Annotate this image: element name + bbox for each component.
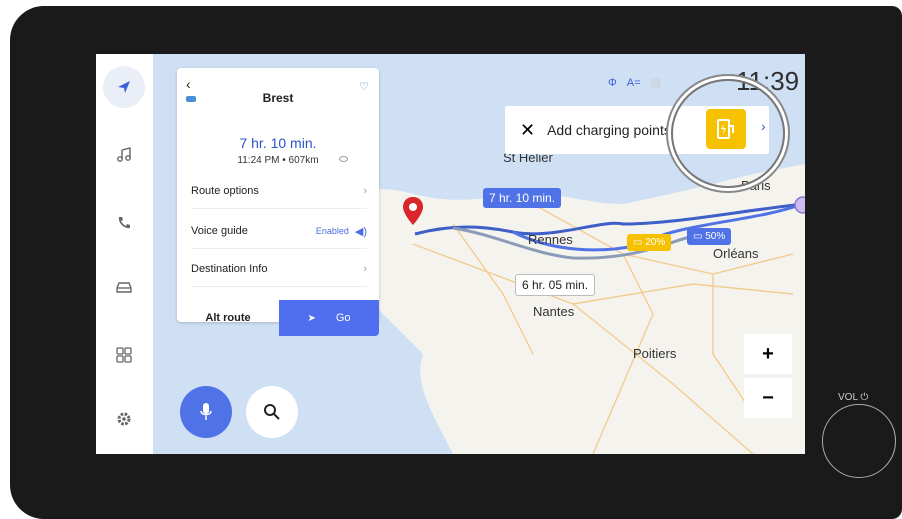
city-label-rennes: Rennes xyxy=(528,232,573,247)
destination-info-row[interactable]: Destination Info › xyxy=(191,252,367,287)
route-eta-distance: 11:24 PM • 607km xyxy=(237,155,319,166)
phone-icon xyxy=(118,217,130,229)
nav-navigation-button[interactable] xyxy=(103,66,145,108)
apps-grid-icon xyxy=(116,347,132,363)
back-button[interactable]: ‹ xyxy=(186,76,191,92)
main-route-time-label[interactable]: 7 hr. 10 min. xyxy=(483,188,562,208)
destination-title: Brest xyxy=(262,91,294,105)
battery-low-badge: ▭ 20% xyxy=(627,234,672,251)
city-label-poitiers: Poitiers xyxy=(633,346,677,361)
music-icon xyxy=(117,147,131,162)
language-icon: A= xyxy=(626,76,641,89)
paris-destination-marker xyxy=(794,196,805,214)
zoom-in-button[interactable]: + xyxy=(744,334,792,374)
city-label-nantes: Nantes xyxy=(533,304,575,319)
voice-assistant-button[interactable] xyxy=(180,386,232,438)
nav-vehicle-button[interactable] xyxy=(103,266,145,308)
status-bar: Φ A= ▤ xyxy=(608,76,661,90)
volume-text: VOL xyxy=(838,392,858,403)
nav-apps-button[interactable] xyxy=(103,334,145,376)
city-label-orleans: Orléans xyxy=(713,246,759,261)
zoom-out-button[interactable]: − xyxy=(744,378,792,418)
eye-icon[interactable] xyxy=(339,156,348,162)
chevron-right-icon: › xyxy=(363,263,367,275)
phone-signal-icon: Φ xyxy=(608,76,617,89)
alt-route-button[interactable]: Alt route xyxy=(177,300,279,336)
nav-music-button[interactable] xyxy=(103,134,145,176)
nav-phone-button[interactable] xyxy=(103,202,145,244)
left-nav-rail xyxy=(96,54,153,454)
battery-high-badge: ▭ 50% xyxy=(687,228,732,245)
chevron-right-icon: › xyxy=(363,185,367,197)
favorite-heart-icon[interactable]: ♡ xyxy=(359,80,369,93)
add-charging-label: Add charging points xyxy=(547,122,671,138)
voice-guide-status: Enabled xyxy=(315,226,349,236)
highlight-circle xyxy=(671,79,785,188)
volume-label: VOL ⏻ xyxy=(838,392,868,403)
close-icon[interactable]: ✕ xyxy=(520,120,535,141)
navigation-icon xyxy=(118,81,130,93)
speaker-icon: ◀) xyxy=(354,225,367,238)
battery-high-value: 50% xyxy=(705,231,726,242)
car-icon xyxy=(116,282,132,293)
volume-knob[interactable] xyxy=(822,404,896,478)
battery-icon: ▭ xyxy=(693,231,706,242)
navigation-arrow-icon: ➤ xyxy=(307,312,316,324)
go-label: Go xyxy=(335,312,351,324)
route-panel: ‹ Brest ♡ 7 hr. 10 min. 11:24 PM • 607km… xyxy=(177,68,379,336)
destination-pin-icon xyxy=(403,197,423,225)
voice-guide-label: Voice guide xyxy=(191,225,248,237)
go-button[interactable]: ➤ Go xyxy=(279,300,379,336)
route-duration: 7 hr. 10 min. xyxy=(239,135,317,151)
search-button[interactable] xyxy=(246,386,298,438)
route-options-label: Route options xyxy=(191,185,259,197)
voice-guide-row[interactable]: Voice guide Enabled ◀) xyxy=(191,214,367,249)
infotainment-screen: St Helier Paris Rennes Orléans Nantes Po… xyxy=(96,54,805,454)
battery-low-value: 20% xyxy=(645,237,666,248)
route-options-row[interactable]: Route options › xyxy=(191,174,367,209)
microphone-icon xyxy=(200,403,212,420)
nav-settings-button[interactable] xyxy=(103,398,145,440)
destination-info-label: Destination Info xyxy=(191,263,268,275)
search-icon xyxy=(264,404,280,420)
settings-gear-icon xyxy=(117,412,131,426)
message-icon: ▤ xyxy=(650,77,661,89)
alt-route-time-label[interactable]: 6 hr. 05 min. xyxy=(515,274,596,296)
battery-icon: ▭ xyxy=(633,237,646,248)
power-icon: ⏻ xyxy=(860,392,869,403)
